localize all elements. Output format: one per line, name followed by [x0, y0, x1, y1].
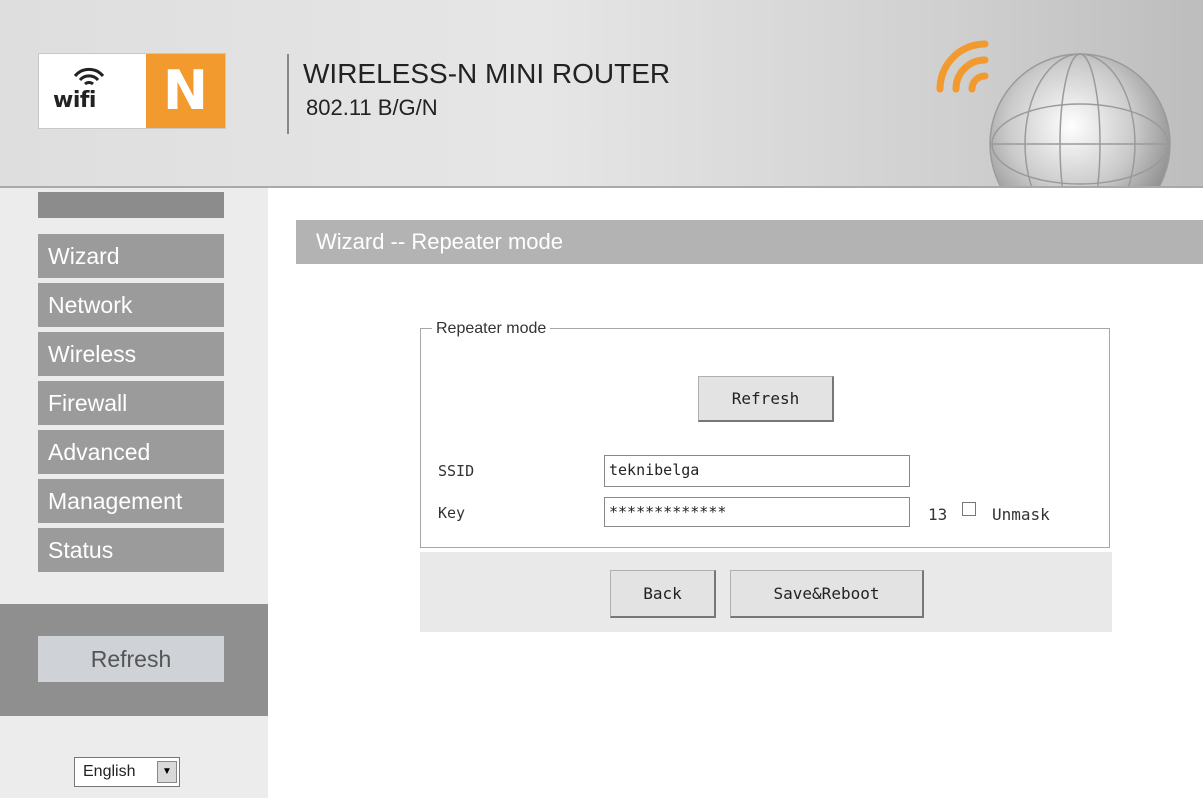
product-title: WIRELESS-N MINI ROUTER	[303, 58, 671, 89]
unmask-label: Unmask	[992, 505, 1050, 524]
sidebar-refresh-button[interactable]: Refresh	[38, 636, 224, 682]
logo-n-letter: N	[146, 54, 225, 128]
save-reboot-button[interactable]: Save&Reboot	[730, 570, 924, 618]
language-select[interactable]: English ▼	[74, 757, 180, 787]
section-title-bar: Wizard -- Repeater mode	[296, 220, 1203, 264]
key-input[interactable]: *************	[604, 497, 910, 527]
section-title: Wizard -- Repeater mode	[316, 229, 563, 254]
dropdown-arrow-icon[interactable]: ▼	[157, 761, 177, 783]
unmask-checkbox[interactable]	[962, 502, 976, 516]
sidebar-top-strip	[38, 192, 224, 218]
logo-wifi-part: wifi	[39, 54, 144, 128]
product-subtitle: 802.11 B/G/N	[306, 95, 438, 120]
wifi-icon	[73, 67, 105, 86]
key-length: 13	[928, 505, 948, 524]
ssid-input[interactable]: teknibelga	[604, 455, 910, 487]
sidebar-item-firewall[interactable]: Firewall	[38, 381, 224, 425]
sidebar-item-advanced[interactable]: Advanced	[38, 430, 224, 474]
logo-wifi-text: wifi	[53, 88, 96, 113]
sidebar-item-wizard[interactable]: Wizard	[38, 234, 224, 278]
sidebar-item-network[interactable]: Network	[38, 283, 224, 327]
wifi-n-logo: wifi N	[38, 53, 226, 129]
sidebar-item-management[interactable]: Management	[38, 479, 224, 523]
key-label: Key	[438, 504, 466, 522]
sidebar-item-wireless[interactable]: Wireless	[38, 332, 224, 376]
back-button[interactable]: Back	[610, 570, 716, 618]
language-value: English	[83, 763, 136, 780]
header-banner: wifi N WIRELESS-N MINI ROUTER 802.11 B/G…	[0, 0, 1203, 188]
refresh-button[interactable]: Refresh	[698, 376, 834, 422]
title-divider	[287, 54, 289, 134]
fieldset-legend: Repeater mode	[432, 320, 551, 338]
sidebar-item-status[interactable]: Status	[38, 528, 224, 572]
globe-signal-icon	[936, 40, 1171, 186]
ssid-label: SSID	[438, 462, 475, 480]
